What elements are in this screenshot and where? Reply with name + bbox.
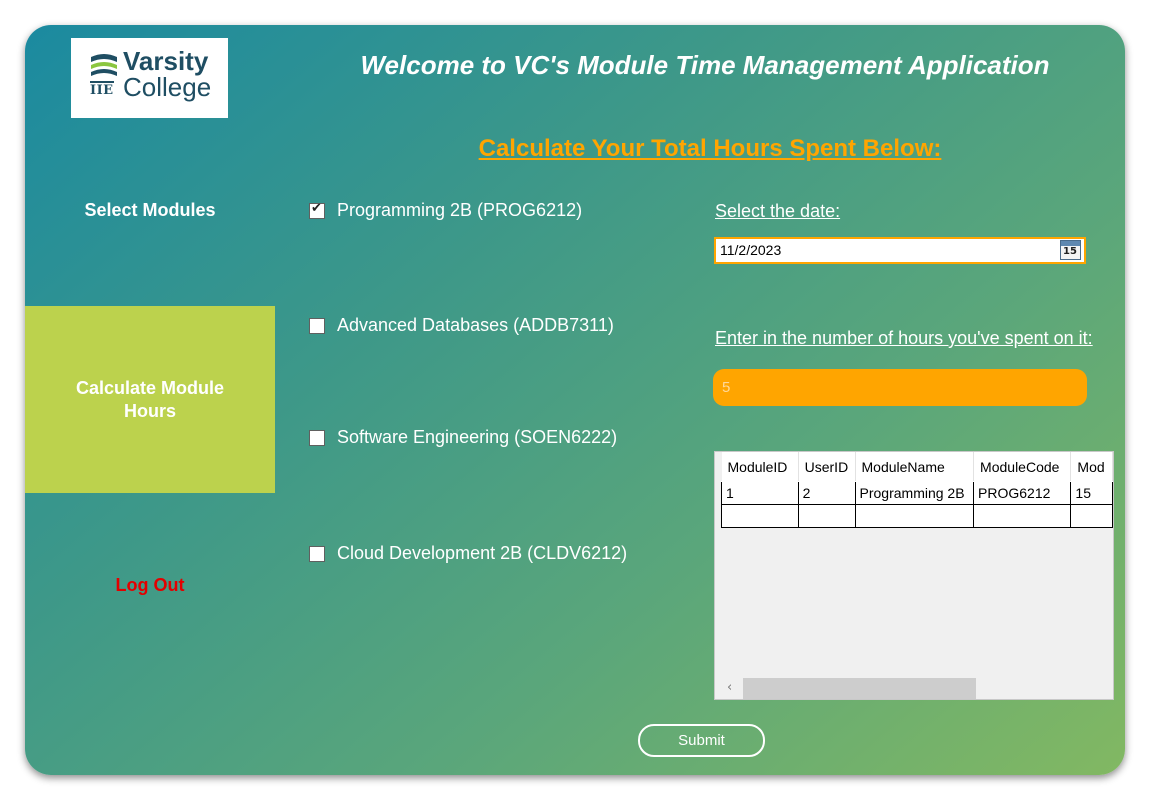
hours-placeholder: 5 [722,379,731,396]
column-header[interactable]: UserID [798,452,856,482]
hours-input[interactable]: 5 [713,369,1087,406]
module-label: Programming 2B (PROG6212) [337,200,583,220]
column-header[interactable]: ModuleCode [973,452,1072,482]
checkbox[interactable] [309,429,325,446]
checkbox[interactable] [309,201,325,219]
horizontal-scrollbar[interactable]: ‹ [715,678,1113,699]
module-checkbox-addb7311[interactable]: Advanced Databases (ADDB7311) [309,315,614,336]
table-cell[interactable] [721,504,799,528]
table-cell[interactable]: Programming 2B [854,481,975,505]
checkbox[interactable] [309,545,325,562]
table-cell[interactable]: 1 [721,481,799,505]
varsity-college-logo: IIE Varsity College [71,38,228,118]
section-title: Calculate Your Total Hours Spent Below: [478,135,942,162]
logout-button[interactable]: Log Out [25,575,275,596]
date-label: Select the date: [715,201,841,221]
scroll-left-icon[interactable]: ‹ [727,680,732,695]
table-cell[interactable] [854,504,975,528]
grid-header-row: ModuleID UserID ModuleName ModuleCode Mo… [721,452,1113,482]
app-window: IIE Varsity College Welcome to VC's Modu… [25,25,1125,775]
table-row[interactable]: 1 2 Programming 2B PROG6212 15 [721,481,1113,505]
hours-label: Enter in the number of hours you've spen… [715,328,1093,348]
table-cell[interactable]: PROG6212 [973,481,1072,505]
logo-line2: College [123,72,212,102]
module-checkbox-cldv6212[interactable]: Cloud Development 2B (CLDV6212) [309,543,627,564]
logo-iie-mark: IIE [90,81,114,98]
module-checkbox-prog6212[interactable]: Programming 2B (PROG6212) [309,200,582,221]
module-label: Cloud Development 2B (CLDV6212) [337,543,628,563]
modules-data-grid[interactable]: ModuleID UserID ModuleName ModuleCode Mo… [714,451,1114,700]
nav-select-modules[interactable]: Select Modules [25,200,275,221]
submit-button[interactable]: Submit [638,724,765,757]
table-cell[interactable] [1070,504,1113,528]
module-label: Software Engineering (SOEN6222) [337,427,618,447]
logo-emblem-icon [91,54,117,76]
page-title: Welcome to VC's Module Time Management A… [360,50,1050,80]
grid-table: ModuleID UserID ModuleName ModuleCode Mo… [721,452,1113,528]
table-cell[interactable]: 2 [797,481,856,505]
column-header[interactable]: ModuleID [721,452,799,482]
nav-calculate-label: Calculate Module Hours [75,377,225,421]
checkbox[interactable] [309,317,325,334]
date-picker[interactable]: 11/2/2023 15 [714,237,1086,264]
logo-line1: Varsity [123,46,209,76]
date-value[interactable]: 11/2/2023 [720,242,781,258]
module-label: Advanced Databases (ADDB7311) [337,315,614,335]
table-cell[interactable] [973,504,1072,528]
scrollbar-thumb[interactable] [743,678,976,699]
calendar-icon[interactable]: 15 [1060,240,1081,260]
table-cell[interactable]: 15 [1070,481,1113,505]
nav-calculate-module-hours[interactable]: Calculate Module Hours [25,306,275,493]
column-header[interactable]: Mod [1070,452,1113,482]
table-row-new[interactable] [721,504,1113,528]
column-header[interactable]: ModuleName [855,452,975,482]
module-checkbox-soen6222[interactable]: Software Engineering (SOEN6222) [309,427,617,448]
table-cell[interactable] [797,504,856,528]
